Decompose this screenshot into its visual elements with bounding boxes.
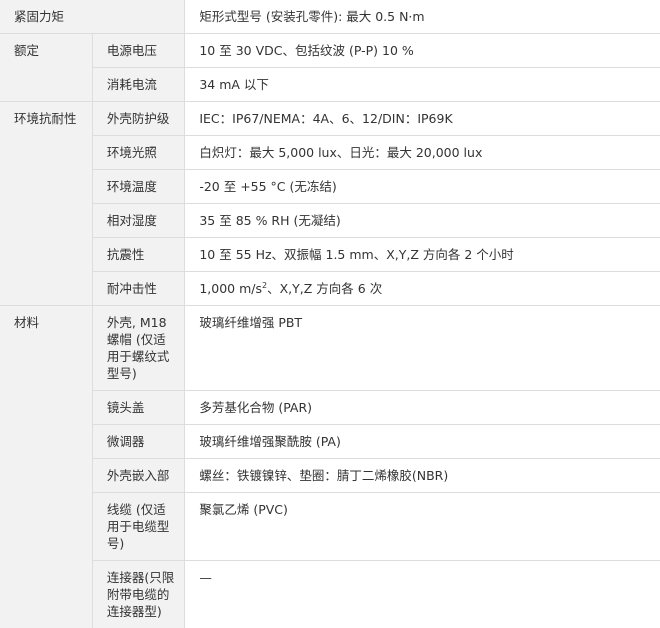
table-row: 连接器(只限附带电缆的连接器型) —	[0, 561, 660, 628]
row-label: 耐冲击性	[92, 272, 184, 306]
row-label: 电源电压	[92, 34, 184, 68]
cell-value: -20 至 +55 °C (无冻结)	[185, 170, 660, 204]
cell-value: 多芳基化合物 (PAR)	[185, 391, 660, 425]
table-row: 环境光照 白炽灯：最大 5,000 lux、日光：最大 20,000 lux	[0, 136, 660, 170]
row-label: 消耗电流	[92, 68, 184, 102]
table-row: 相对湿度 35 至 85 % RH (无凝结)	[0, 204, 660, 238]
group-label-environment: 环境抗耐性	[0, 102, 92, 306]
shock-value-rest: 、X,Y,Z 方向各 6 次	[267, 281, 382, 296]
table-row: 消耗电流 34 mA 以下	[0, 68, 660, 102]
row-label: 外壳嵌入部	[92, 459, 184, 493]
table-row: 抗震性 10 至 55 Hz、双振幅 1.5 mm、X,Y,Z 方向各 2 个小…	[0, 238, 660, 272]
row-label: 外壳防护级	[92, 102, 184, 136]
cell-value-shock: 1,000 m/s2、X,Y,Z 方向各 6 次	[185, 272, 660, 306]
row-label-tightening-torque: 紧固力矩	[0, 0, 185, 34]
row-label: 线缆 (仅适用于电缆型号)	[92, 493, 184, 561]
cell-value: 螺丝：铁镀镍锌、垫圈：腈丁二烯橡胶(NBR)	[185, 459, 660, 493]
shock-value-main: 1,000 m/s	[199, 281, 262, 296]
table-row: 额定 电源电压 10 至 30 VDC、包括纹波 (P-P) 10 %	[0, 34, 660, 68]
spec-table: 紧固力矩 矩形式型号 (安装孔零件): 最大 0.5 N·m 额定 电源电压 1…	[0, 0, 660, 628]
cell-value: 白炽灯：最大 5,000 lux、日光：最大 20,000 lux	[185, 136, 660, 170]
cell-value: IEC：IP67/NEMA：4A、6、12/DIN：IP69K	[185, 102, 660, 136]
table-row: 镜头盖 多芳基化合物 (PAR)	[0, 391, 660, 425]
table-row: 环境温度 -20 至 +55 °C (无冻结)	[0, 170, 660, 204]
cell-value: 玻璃纤维增强聚酰胺 (PA)	[185, 425, 660, 459]
group-label-rating: 额定	[0, 34, 92, 102]
row-label: 镜头盖	[92, 391, 184, 425]
row-label: 环境温度	[92, 170, 184, 204]
table-row: 环境抗耐性 外壳防护级 IEC：IP67/NEMA：4A、6、12/DIN：IP…	[0, 102, 660, 136]
cell-value: 矩形式型号 (安装孔零件): 最大 0.5 N·m	[185, 0, 660, 34]
row-label: 连接器(只限附带电缆的连接器型)	[92, 561, 184, 628]
cell-value: —	[185, 561, 660, 628]
cell-value: 玻璃纤维增强 PBT	[185, 306, 660, 391]
row-label: 相对湿度	[92, 204, 184, 238]
cell-value: 10 至 30 VDC、包括纹波 (P-P) 10 %	[185, 34, 660, 68]
row-label: 微调器	[92, 425, 184, 459]
table-row: 外壳嵌入部 螺丝：铁镀镍锌、垫圈：腈丁二烯橡胶(NBR)	[0, 459, 660, 493]
cell-value: 10 至 55 Hz、双振幅 1.5 mm、X,Y,Z 方向各 2 个小时	[185, 238, 660, 272]
table-row: 耐冲击性 1,000 m/s2、X,Y,Z 方向各 6 次	[0, 272, 660, 306]
table-row: 材料 外壳, M18 螺帽 (仅适用于螺纹式型号) 玻璃纤维增强 PBT	[0, 306, 660, 391]
table-row: 紧固力矩 矩形式型号 (安装孔零件): 最大 0.5 N·m	[0, 0, 660, 34]
cell-value: 35 至 85 % RH (无凝结)	[185, 204, 660, 238]
table-row: 微调器 玻璃纤维增强聚酰胺 (PA)	[0, 425, 660, 459]
table-row: 线缆 (仅适用于电缆型号) 聚氯乙烯 (PVC)	[0, 493, 660, 561]
group-label-material: 材料	[0, 306, 92, 628]
row-label: 外壳, M18 螺帽 (仅适用于螺纹式型号)	[92, 306, 184, 391]
cell-value: 34 mA 以下	[185, 68, 660, 102]
row-label: 环境光照	[92, 136, 184, 170]
row-label: 抗震性	[92, 238, 184, 272]
cell-value: 聚氯乙烯 (PVC)	[185, 493, 660, 561]
